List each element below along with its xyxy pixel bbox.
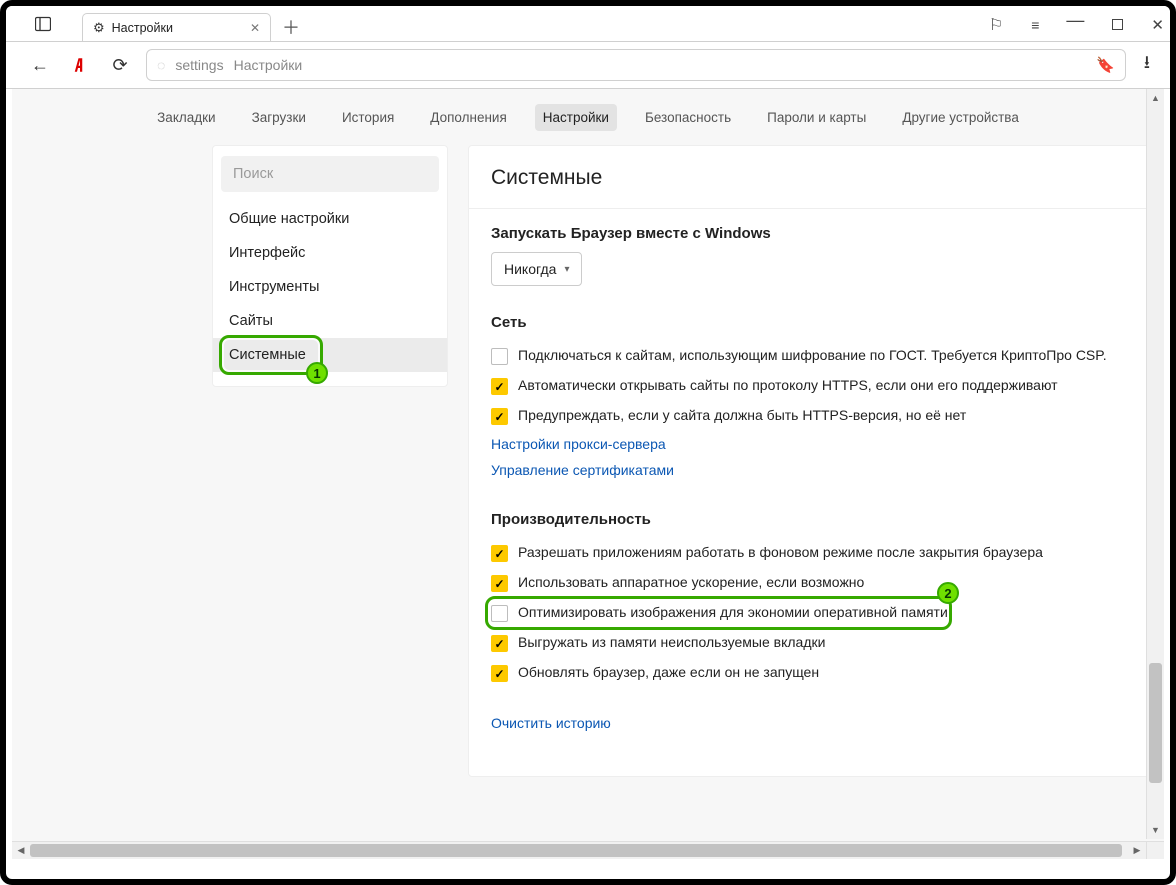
topnav-addons[interactable]: Дополнения [422,104,514,131]
sidebar-item-label: Системные [229,347,306,363]
minimize-button[interactable]: — [1066,10,1084,31]
checkbox-row-img-optim[interactable]: Оптимизировать изображения для экономии … [491,598,1135,628]
sidebar-item-label: Общие настройки [229,211,349,227]
scroll-corner [1146,841,1164,859]
new-tab-button[interactable]: ＋ [279,15,303,39]
close-window-button[interactable]: ✕ [1151,16,1164,34]
panel-title: Системные [491,166,1135,190]
checkbox[interactable] [491,378,508,395]
annotation-badge-1: 1 [306,362,328,384]
checkbox-label: Предупреждать, если у сайта должна быть … [518,407,966,423]
scroll-right-icon[interactable]: ▶ [1128,842,1146,859]
checkbox[interactable] [491,348,508,365]
checkbox-row-https-auto[interactable]: Автоматически открывать сайты по протоко… [491,371,1135,401]
checkbox-label: Выгружать из памяти неиспользуемые вклад… [518,634,825,650]
topnav-downloads[interactable]: Загрузки [244,104,314,131]
titlebar: ⚙ Настройки ✕ ＋ ⚐ ≡ — ✕ [6,6,1170,41]
address-bar[interactable]: ◌ settings Настройки 🔖 [146,49,1126,81]
window-controls: ⚐ ≡ — ✕ [989,14,1164,35]
checkbox-label: Подключаться к сайтам, использующим шифр… [518,347,1107,363]
navigation-bar: ← ⟳ ◌ settings Настройки 🔖 ⭳ [6,41,1170,89]
sidebar-item-label: Инструменты [229,279,319,295]
address-url-a: settings [175,57,223,73]
sidebar-item-label: Сайты [229,313,273,329]
tab-title: Настройки [112,21,173,35]
checkbox-row-gost[interactable]: Подключаться к сайтам, использующим шифр… [491,341,1135,371]
checkbox-label: Разрешать приложениям работать в фоновом… [518,544,1043,560]
chevron-down-icon: ▾ [564,264,569,275]
site-identity-icon: ◌ [157,57,165,73]
horizontal-scroll-thumb[interactable] [30,844,1122,857]
downloads-button[interactable]: ⭳ [1144,50,1150,80]
checkbox-label: Использовать аппаратное ускорение, если … [518,574,864,590]
yandex-home-icon[interactable] [66,56,94,74]
sidebar-item-general[interactable]: Общие настройки [213,202,447,236]
collections-icon[interactable]: ⚐ [989,15,1003,35]
address-url-b: Настройки [234,57,303,73]
checkbox-row-https-warn[interactable]: Предупреждать, если у сайта должна быть … [491,401,1135,431]
back-button[interactable]: ← [26,55,54,76]
bookmark-icon[interactable]: 🔖 [1096,56,1115,74]
checkbox-label: Автоматически открывать сайты по протоко… [518,377,1058,393]
topnav-history[interactable]: История [334,104,402,131]
horizontal-scrollbar[interactable]: ◀ ▶ [12,841,1146,859]
reload-button[interactable]: ⟳ [106,55,134,76]
checkbox[interactable] [491,635,508,652]
checkbox-row-bg-update[interactable]: Обновлять браузер, даже если он не запущ… [491,658,1135,688]
checkbox-row-hw-accel[interactable]: Использовать аппаратное ускорение, если … [491,568,1135,598]
sidebar-item-label: Интерфейс [229,245,305,261]
topnav-bookmarks[interactable]: Закладки [149,104,223,131]
heading-performance: Производительность [491,511,1135,528]
topnav-settings[interactable]: Настройки [535,104,617,131]
topnav-devices[interactable]: Другие устройства [894,104,1027,131]
checkbox-row-bg-apps[interactable]: Разрешать приложениям работать в фоновом… [491,538,1135,568]
gear-icon: ⚙ [93,20,105,36]
sidebar-toggle-icon[interactable] [32,13,54,35]
sidebar-item-sites[interactable]: Сайты [213,304,447,338]
window-frame: ⚙ Настройки ✕ ＋ ⚐ ≡ — ✕ ← ⟳ ◌ settings Н… [0,0,1176,885]
close-icon[interactable]: ✕ [250,21,260,35]
sidebar-item-interface[interactable]: Интерфейс [213,236,447,270]
settings-search-placeholder: Поиск [233,166,273,182]
browser-tab-active[interactable]: ⚙ Настройки ✕ [82,13,271,41]
checkbox-label: Обновлять браузер, даже если он не запущ… [518,664,819,680]
link-clear-history[interactable]: Очистить историю [491,710,611,736]
scroll-left-icon[interactable]: ◀ [12,842,30,859]
checkbox[interactable] [491,575,508,592]
topnav-passwords[interactable]: Пароли и карты [759,104,874,131]
checkbox-label: Оптимизировать изображения для экономии … [518,604,948,620]
sidebar-item-tools[interactable]: Инструменты [213,270,447,304]
checkbox[interactable] [491,665,508,682]
vertical-scroll-thumb[interactable] [1149,663,1162,783]
checkbox[interactable] [491,408,508,425]
vertical-scrollbar[interactable]: ▲ ▼ [1146,89,1164,839]
sidebar-item-system[interactable]: Системные 1 [213,338,447,372]
settings-panel: Системные Запускать Браузер вместе с Win… [468,145,1158,777]
scroll-up-icon[interactable]: ▲ [1147,89,1164,107]
heading-startup: Запускать Браузер вместе с Windows [491,225,1135,242]
startup-select-value: Никогда [504,261,556,277]
page-viewport: Закладки Загрузки История Дополнения Нас… [12,89,1164,859]
checkbox[interactable] [491,605,508,622]
checkbox-row-unload-tabs[interactable]: Выгружать из памяти неиспользуемые вклад… [491,628,1135,658]
link-proxy-settings[interactable]: Настройки прокси-сервера [491,431,666,457]
settings-topnav: Закладки Загрузки История Дополнения Нас… [12,89,1164,145]
link-cert-management[interactable]: Управление сертификатами [491,457,674,483]
settings-sidebar: Поиск Общие настройки Интерфейс Инструме… [212,145,448,387]
checkbox[interactable] [491,545,508,562]
divider [469,208,1157,209]
topnav-security[interactable]: Безопасность [637,104,739,131]
startup-select[interactable]: Никогда ▾ [491,252,582,286]
settings-search[interactable]: Поиск [221,156,439,192]
heading-network: Сеть [491,314,1135,331]
maximize-button[interactable] [1112,19,1123,30]
menu-icon[interactable]: ≡ [1031,17,1038,33]
scroll-down-icon[interactable]: ▼ [1147,821,1164,839]
